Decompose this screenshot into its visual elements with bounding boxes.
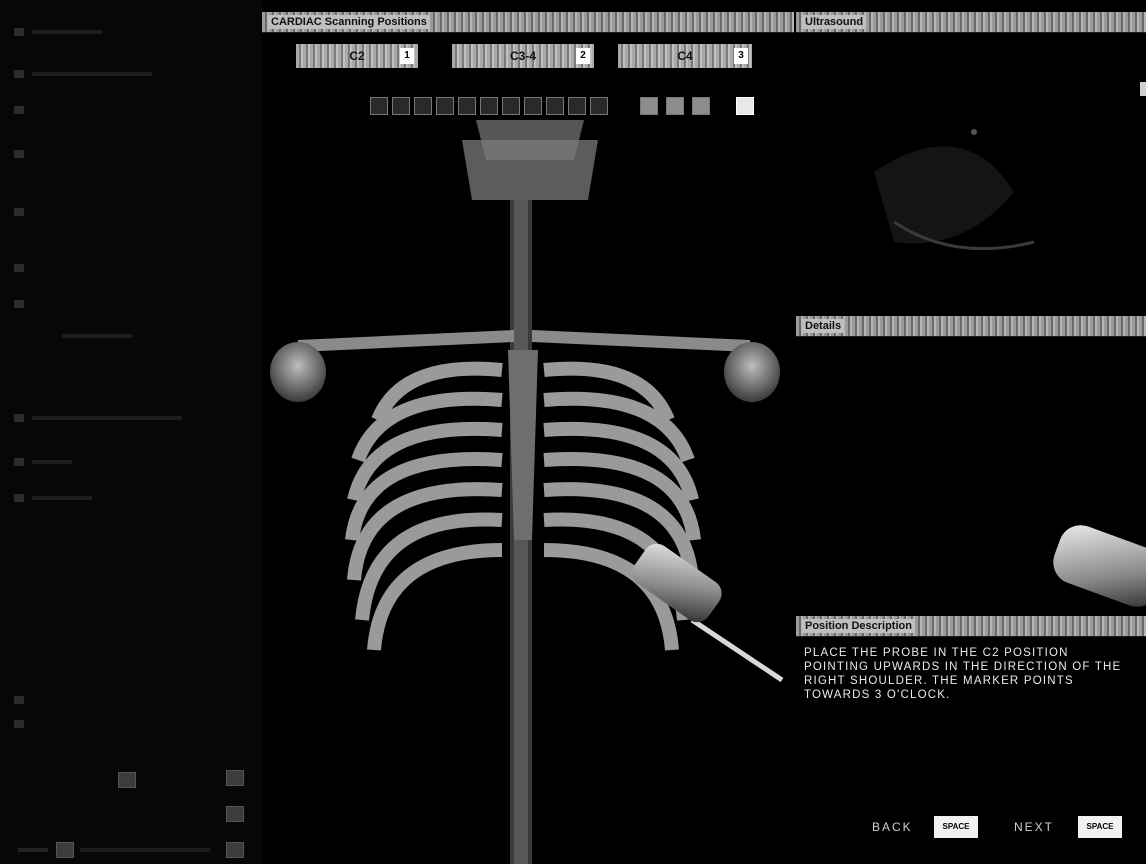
- tool-icon[interactable]: [56, 842, 74, 858]
- left-shoulder: [270, 342, 326, 402]
- left-menu-item[interactable]: [14, 68, 152, 78]
- left-status-text: [80, 848, 210, 852]
- ultrasound-panel: Ultrasound: [794, 0, 1146, 316]
- left-menu-item[interactable]: [14, 206, 32, 216]
- step-slot[interactable]: [568, 97, 586, 115]
- position-number: 2: [576, 48, 590, 64]
- step-slot[interactable]: [546, 97, 564, 115]
- ultrasound-probe[interactable]: [627, 538, 784, 683]
- tool-icon[interactable]: [226, 842, 244, 858]
- left-status-text: [18, 848, 48, 852]
- back-label[interactable]: BACK: [872, 820, 913, 834]
- position-button-c4[interactable]: C4 3: [618, 44, 752, 68]
- position-label: C2: [349, 49, 365, 63]
- tool-icon[interactable]: [118, 772, 136, 788]
- details-panel-header: Details: [796, 316, 1146, 337]
- position-label: C3-4: [509, 49, 536, 63]
- current-step-slot[interactable]: [736, 97, 754, 115]
- step-slot[interactable]: [640, 97, 658, 115]
- left-ribs: [345, 361, 503, 651]
- left-menu-item[interactable]: [14, 694, 32, 704]
- left-menu-item[interactable]: [14, 298, 32, 308]
- back-key-button[interactable]: SPACE: [934, 816, 978, 838]
- right-clavicle: [532, 330, 750, 352]
- left-menu-item[interactable]: [14, 412, 182, 422]
- position-button-c2[interactable]: C2 1: [296, 44, 418, 68]
- left-menu-item[interactable]: [14, 718, 32, 728]
- position-button-c3-4[interactable]: C3-4 2: [452, 44, 594, 68]
- left-menu-item[interactable]: [14, 456, 72, 466]
- left-clavicle: [298, 330, 514, 352]
- step-slot[interactable]: [414, 97, 432, 115]
- skeleton-model[interactable]: [262, 120, 794, 864]
- next-label[interactable]: NEXT: [1014, 820, 1054, 834]
- position-description-text: Place the probe in the C2 position point…: [804, 647, 1122, 701]
- step-slot[interactable]: [392, 97, 410, 115]
- us-marker: [1140, 82, 1146, 96]
- tool-icon[interactable]: [226, 770, 244, 786]
- position-number: 3: [734, 48, 748, 64]
- right-shoulder: [724, 342, 780, 402]
- left-menu-subitem[interactable]: [14, 330, 132, 340]
- step-slot[interactable]: [480, 97, 498, 115]
- step-slot[interactable]: [436, 97, 454, 115]
- left-menu-item[interactable]: [14, 104, 32, 114]
- details-panel: Details: [794, 316, 1146, 616]
- left-menu-item[interactable]: [14, 262, 32, 272]
- left-menu-item[interactable]: [14, 26, 102, 36]
- step-slot[interactable]: [502, 97, 520, 115]
- cardiac-panel-header: CARDIAC Scanning Positions: [262, 12, 794, 33]
- 3d-viewport[interactable]: CARDIAC Scanning Positions C2 1 C3-4 2 C…: [262, 0, 794, 864]
- step-slot[interactable]: [590, 97, 608, 115]
- position-label: C4: [677, 49, 693, 63]
- left-menu-panel: [0, 0, 262, 864]
- step-slot[interactable]: [370, 97, 388, 115]
- ultrasound-image: [874, 82, 1146, 251]
- step-slot[interactable]: [524, 97, 542, 115]
- step-slot[interactable]: [692, 97, 710, 115]
- position-number: 1: [400, 48, 414, 64]
- left-menu-item[interactable]: [14, 148, 32, 158]
- next-key-button[interactable]: SPACE: [1078, 816, 1122, 838]
- step-slot[interactable]: [458, 97, 476, 115]
- step-slot[interactable]: [666, 97, 684, 115]
- ultrasound-panel-header: Ultrasound: [796, 12, 1146, 33]
- tool-icon[interactable]: [226, 806, 244, 822]
- right-ribs: [543, 361, 701, 651]
- probe-detail-image: [1053, 525, 1146, 607]
- left-menu-item[interactable]: [14, 492, 92, 502]
- description-panel-header: Position Description: [796, 616, 1146, 637]
